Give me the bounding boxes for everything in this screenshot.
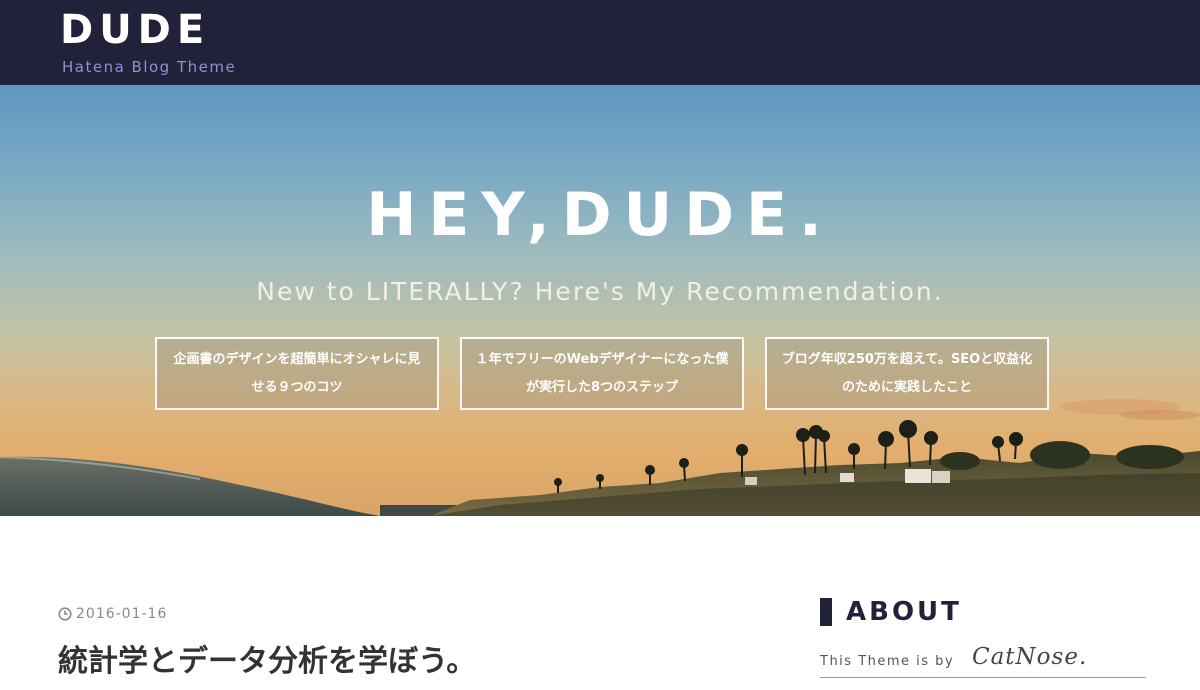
- recommendation-card-label: １年でフリーのWebデザイナーになった僕が実行した8つのステップ: [475, 351, 729, 395]
- recommendation-card-label: ブログ年収250万を超えて。SEOと収益化のために実践したこと: [781, 351, 1033, 395]
- about-heading: ABOUT: [820, 596, 962, 628]
- recommendation-card-2[interactable]: １年でフリーのWebデザイナーになった僕が実行した8つのステップ: [460, 337, 744, 410]
- about-title: ABOUT: [846, 597, 962, 627]
- author-signature-link[interactable]: CatNose.: [972, 644, 1087, 670]
- site-header: DUDE Hatena Blog Theme: [0, 0, 1200, 85]
- credit-text: This Theme is by: [820, 654, 955, 669]
- post-title-link[interactable]: 統計学とデータ分析を学ぼう。: [58, 640, 476, 684]
- recommendation-card-3[interactable]: ブログ年収250万を超えて。SEOと収益化のために実践したこと: [765, 337, 1049, 410]
- hero-banner: HEY,DUDE. New to LITERALLY? Here's My Re…: [0, 85, 1200, 516]
- heading-accent-bar: [820, 598, 832, 626]
- site-title-link[interactable]: DUDE: [60, 6, 210, 54]
- recommendation-card-1[interactable]: 企画書のデザインを超簡単にオシャレに見せる９つのコツ: [155, 337, 439, 410]
- hero-title: HEY,DUDE.: [366, 180, 834, 250]
- recommendation-card-label: 企画書のデザインを超簡単にオシャレに見せる９つのコツ: [173, 351, 421, 395]
- post-date-text: 2016-01-16: [76, 606, 168, 622]
- hero-subtitle: New to LITERALLY? Here's My Recommendati…: [256, 277, 944, 306]
- site-subtitle: Hatena Blog Theme: [62, 58, 237, 76]
- post-date: 2016-01-16: [58, 604, 167, 624]
- clock-icon: [58, 607, 72, 621]
- theme-credit: This Theme is by CatNose.: [820, 644, 1146, 678]
